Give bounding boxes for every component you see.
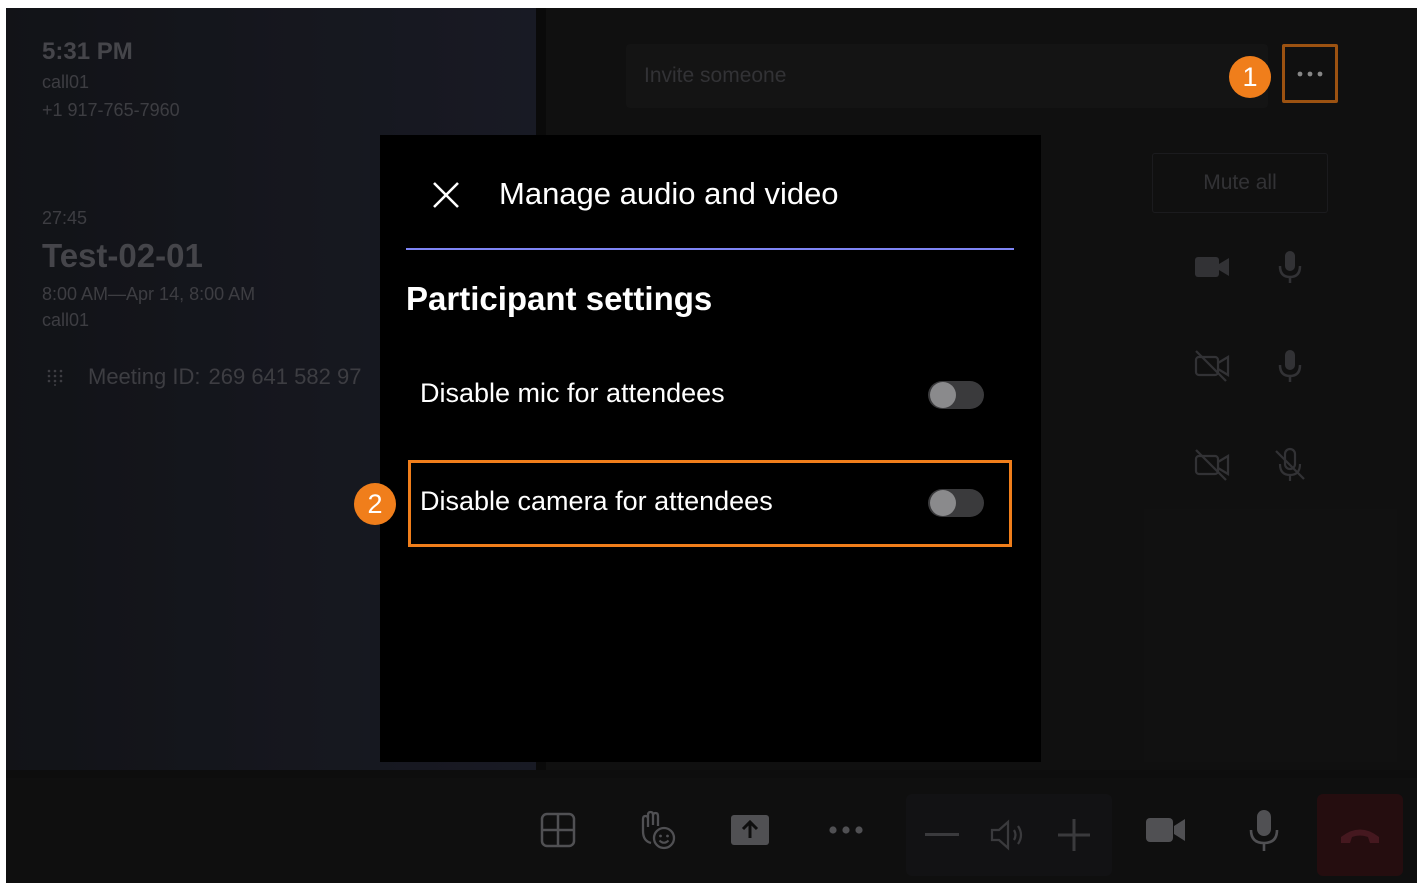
step-callout-2: 2 [354,483,396,525]
manage-audio-video-dialog: Manage audio and video Participant setti… [380,135,1041,762]
toggle-knob [930,382,956,408]
dialog-title: Manage audio and video [499,176,839,211]
dialog-title-underline [406,248,1014,250]
teams-room-screen: 5:31 PM call01 +1 917-765-7960 27:45 Tes… [6,8,1417,883]
step-callout-1: 1 [1229,56,1271,98]
disable-mic-toggle[interactable] [928,381,984,409]
disable-camera-toggle[interactable] [928,489,984,517]
setting-row-disable-camera: Disable camera for attendees [420,476,990,526]
setting-label: Disable camera for attendees [420,486,773,516]
section-title: Participant settings [406,280,713,317]
setting-label: Disable mic for attendees [420,378,725,408]
close-button[interactable] [426,175,466,215]
toggle-knob [930,490,956,516]
setting-row-disable-mic: Disable mic for attendees [420,368,990,418]
close-icon [433,182,459,208]
